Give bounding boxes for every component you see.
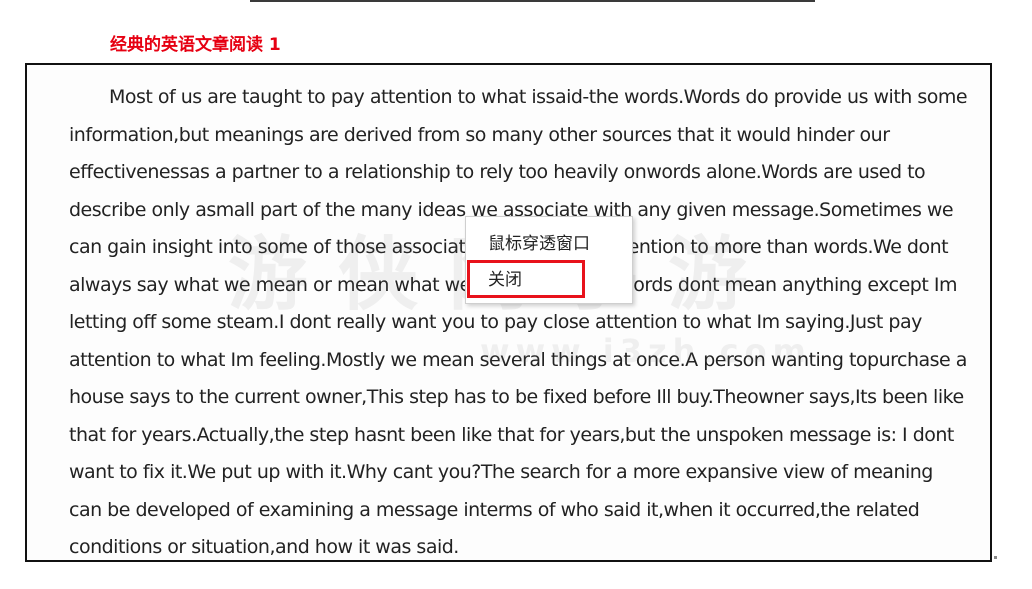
menu-item-mouse-passthrough[interactable]: 鼠标穿透窗口	[488, 229, 590, 254]
page: 经典的英语文章阅读 1 Most of us are taught to pay…	[0, 0, 1032, 589]
article-heading: 经典的英语文章阅读 1	[110, 35, 281, 55]
context-menu: 鼠标穿透窗口 关闭	[465, 216, 633, 304]
resize-grip	[994, 556, 997, 559]
article-body: Most of us are taught to pay attention t…	[69, 86, 968, 558]
article-box: Most of us are taught to pay attention t…	[25, 63, 992, 562]
top-divider	[250, 0, 815, 2]
menu-item-close[interactable]: 关闭	[488, 265, 522, 290]
